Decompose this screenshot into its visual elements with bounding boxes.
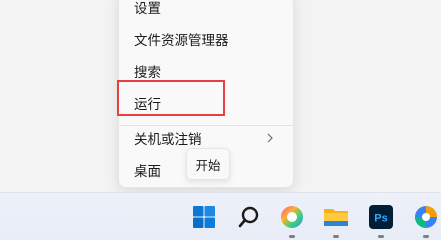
menu-item-file-explorer[interactable]: 文件资源管理器: [119, 23, 293, 55]
file-explorer-button[interactable]: [320, 201, 352, 233]
menu-item-label: 文件资源管理器: [134, 33, 229, 49]
tooltip-text: 开始: [195, 157, 221, 173]
menu-item-label: 关机或注销: [134, 132, 202, 148]
colorful-app-icon: [281, 206, 303, 228]
running-indicator: [289, 235, 295, 238]
start-tooltip: 开始: [186, 148, 230, 180]
search-icon: [238, 206, 259, 228]
screen: 设置 文件资源管理器 搜索 运行 关机或注销 桌面 开始 Ps: [0, 0, 441, 240]
running-indicator: [378, 235, 384, 238]
search-button[interactable]: [233, 201, 265, 233]
menu-item-settings[interactable]: 设置: [119, 0, 293, 23]
menu-item-label: 桌面: [134, 164, 161, 180]
photoshop-icon-text: Ps: [374, 213, 387, 225]
file-explorer-icon: [324, 209, 348, 226]
menu-item-label: 设置: [134, 1, 161, 17]
chevron-right-icon: [267, 133, 273, 143]
media-app-button[interactable]: [410, 201, 441, 233]
menu-item-run[interactable]: 运行: [119, 87, 293, 119]
menu-item-label: 运行: [134, 97, 161, 113]
taskbar: Ps: [0, 192, 441, 240]
photoshop-button[interactable]: Ps: [365, 201, 397, 233]
photoshop-icon: Ps: [369, 205, 393, 229]
start-icon: [193, 206, 215, 228]
menu-item-search[interactable]: 搜索: [119, 55, 293, 87]
running-indicator: [333, 235, 339, 238]
running-indicator: [423, 235, 429, 238]
start-button[interactable]: [188, 201, 220, 233]
menu-item-label: 搜索: [134, 65, 161, 81]
media-app-icon: [415, 206, 437, 228]
colorful-app-button[interactable]: [276, 201, 308, 233]
